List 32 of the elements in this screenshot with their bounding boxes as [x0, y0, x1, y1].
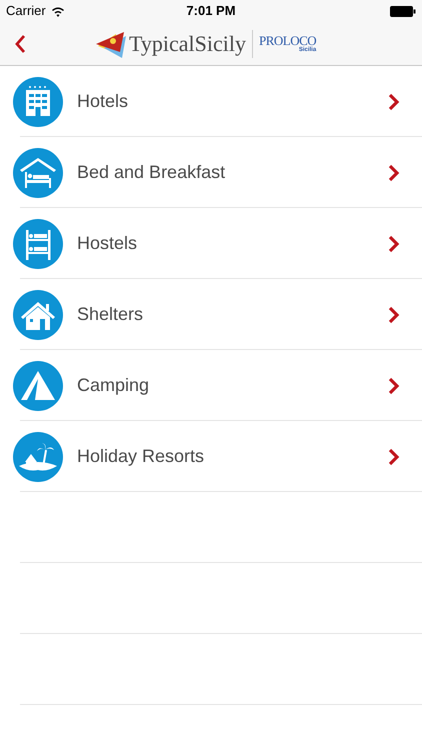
- item-label: Shelters: [77, 303, 144, 326]
- item-label: Hotels: [77, 90, 128, 113]
- logo-icon: [96, 30, 128, 58]
- chevron-icon: [388, 306, 400, 324]
- building-icon: [13, 76, 63, 126]
- wifi-icon: [50, 6, 65, 16]
- list-item[interactable]: Holiday Resorts: [0, 421, 422, 492]
- island-icon: [13, 432, 63, 482]
- list-item[interactable]: Bed and Breakfast: [0, 137, 422, 208]
- carrier-label: Carrier: [6, 2, 46, 20]
- bed-icon: [13, 148, 63, 198]
- list-item[interactable]: Hostels: [0, 208, 422, 279]
- partner-logo-text: PROLOCO: [259, 34, 316, 47]
- list-item[interactable]: Camping: [0, 350, 422, 421]
- item-label: Camping: [77, 374, 150, 397]
- list-item[interactable]: Shelters: [0, 279, 422, 350]
- list-item[interactable]: Hotels: [0, 66, 422, 137]
- logo-text: TypicalSicily: [129, 32, 246, 54]
- battery-icon: [390, 6, 416, 16]
- item-label: Bed and Breakfast: [77, 161, 226, 184]
- house-icon: [13, 290, 63, 340]
- back-icon: [14, 34, 26, 54]
- chevron-icon: [388, 164, 400, 182]
- chevron-icon: [388, 234, 400, 252]
- item-label: Holiday Resorts: [77, 445, 204, 468]
- chevron-icon: [388, 376, 400, 394]
- tent-icon: [13, 360, 63, 410]
- chevron-icon: [388, 448, 400, 466]
- item-label: Hostels: [77, 232, 138, 255]
- bunk-bed-icon: [13, 218, 63, 268]
- time-label: 7:01 PM: [186, 2, 236, 20]
- chevron-icon: [388, 92, 400, 110]
